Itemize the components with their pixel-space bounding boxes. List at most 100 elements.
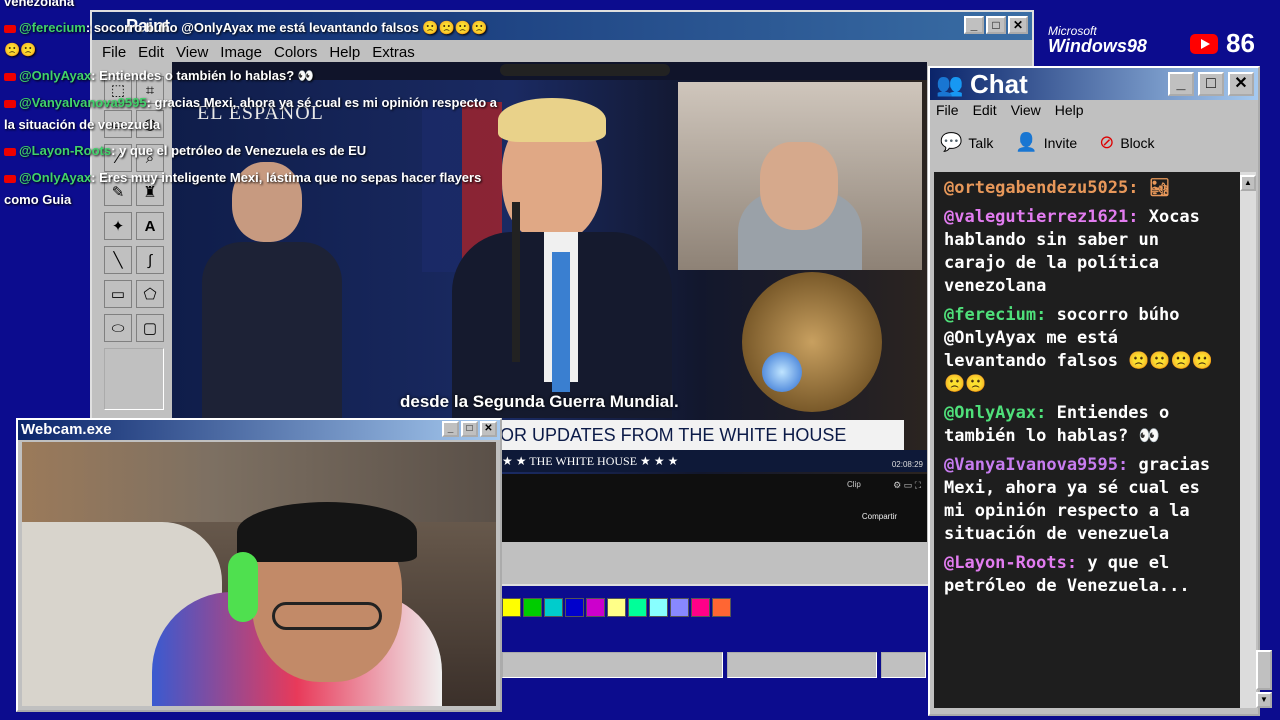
block-icon: ⊘ — [1099, 132, 1115, 152]
youtube-icon — [1190, 33, 1218, 54]
menu-edit[interactable]: Edit — [973, 102, 997, 118]
lower-third-banner: OR UPDATES FROM THE WHITE HOUSE — [492, 420, 904, 450]
menu-help[interactable]: Help — [1055, 102, 1084, 118]
chat-scrollbar[interactable]: ▲ ▼ — [1240, 172, 1272, 708]
minimize-button[interactable]: _ — [1168, 72, 1194, 96]
text-icon[interactable]: A — [136, 212, 164, 240]
scroll-down-icon[interactable]: ▼ — [1256, 692, 1272, 708]
youtube-icon — [4, 174, 16, 183]
tie — [552, 252, 570, 392]
menu-edit[interactable]: Edit — [134, 44, 168, 61]
menu-file[interactable]: File — [936, 102, 959, 118]
curve-icon[interactable]: ∫ — [136, 246, 164, 274]
menu-help[interactable]: Help — [325, 44, 364, 61]
people-icon: 👥 — [936, 72, 964, 97]
room-background — [22, 442, 496, 522]
close-button[interactable]: ✕ — [1008, 16, 1028, 34]
microphone — [512, 202, 520, 362]
webcam-title-bar[interactable]: Webcam.exe _ □ ✕ — [18, 420, 500, 440]
chat-menu-bar: File Edit View Help — [936, 102, 1084, 118]
color-swatch[interactable] — [670, 598, 689, 617]
invite-button[interactable]: 👤 Invite — [1015, 132, 1077, 153]
color-palette — [502, 598, 731, 617]
rounded-rect-icon[interactable]: ▢ — [136, 314, 164, 342]
close-button[interactable]: ✕ — [480, 421, 497, 437]
paint-status-bar — [502, 652, 926, 678]
maximize-button[interactable]: □ — [986, 16, 1006, 34]
chat-toolbar: 💬 Talk 👤 Invite ⊘ Block — [940, 132, 1155, 153]
minimize-button[interactable]: _ — [964, 16, 984, 34]
talk-icon: 💬 — [940, 132, 963, 152]
line-icon[interactable]: ╲ — [104, 246, 132, 274]
settings-icon[interactable]: ⚙ ▭ ⛶ — [893, 480, 921, 491]
video-timecode: 02:08:29 — [891, 460, 923, 469]
invite-icon: 👤 — [1015, 132, 1038, 152]
windows98-logo: Microsoft Windows98 — [1048, 24, 1147, 55]
overlay-line-cont: la situación de venezuela — [4, 117, 161, 132]
webcam-window: Webcam.exe _ □ ✕ — [16, 418, 502, 712]
chat-title-bar[interactable]: 👥 Chat _ □ ✕ — [930, 68, 1258, 100]
chat-message-area[interactable]: @ortegabendezu5025: 🏜 @valegutierrez1621… — [934, 172, 1240, 708]
chat-message: @VanyaIvanova9595: gracias Mexi, ahora y… — [944, 454, 1226, 546]
chat-title: Chat — [970, 69, 1028, 99]
video-search-bar[interactable] — [500, 64, 670, 76]
menu-file[interactable]: File — [98, 44, 130, 61]
overlay-fragment: venezolana — [4, 0, 75, 9]
color-swatch[interactable] — [628, 598, 647, 617]
chat-username[interactable]: @OnlyAyax: — [944, 403, 1046, 423]
status-cell — [726, 652, 877, 678]
menu-view[interactable]: View — [172, 44, 212, 61]
color-swatch[interactable] — [691, 598, 710, 617]
color-swatch[interactable] — [649, 598, 668, 617]
chat-message: @valegutierrez1621: Xocas hablando sin s… — [944, 206, 1226, 298]
close-button[interactable]: ✕ — [1228, 72, 1254, 96]
chat-message: @ferecium: socorro búho @OnlyAyax me est… — [944, 304, 1226, 396]
viewer-number: 86 — [1226, 28, 1255, 58]
overlay-line: @ferecium: socorro búho @OnlyAyax me est… — [4, 20, 487, 36]
status-cell — [502, 652, 723, 678]
share-button[interactable]: Compartir — [862, 512, 897, 521]
chat-message: @OnlyAyax: Entiendes o también lo hablas… — [944, 402, 1226, 448]
color-swatch[interactable] — [607, 598, 626, 617]
color-swatch[interactable] — [565, 598, 584, 617]
overlay-line: @OnlyAyax: Eres muy inteligente Mexi, lá… — [4, 170, 481, 185]
color-swatch[interactable] — [544, 598, 563, 617]
minimize-button[interactable]: _ — [442, 421, 459, 437]
clip-button[interactable]: Clip — [847, 480, 861, 489]
youtube-icon — [4, 72, 16, 81]
block-button[interactable]: ⊘ Block — [1099, 132, 1154, 153]
menu-image[interactable]: Image — [216, 44, 266, 61]
overlay-line: @Layon-Roots: y que el petróleo de Venez… — [4, 143, 366, 158]
video-controls: Clip ⚙ ▭ ⛶ Compartir — [492, 474, 927, 542]
glow-orb — [762, 352, 802, 392]
chat-username[interactable]: @Layon-Roots: — [944, 553, 1077, 573]
status-cell — [880, 652, 926, 678]
overlay-line-cont: 🙁🙁 — [4, 42, 37, 57]
ellipse-icon[interactable]: ⬭ — [104, 314, 132, 342]
airbrush-icon[interactable]: ✦ — [104, 212, 132, 240]
rectangle-icon[interactable]: ▭ — [104, 280, 132, 308]
color-swatch[interactable] — [712, 598, 731, 617]
color-swatch[interactable] — [586, 598, 605, 617]
scroll-up-icon[interactable]: ▲ — [1240, 175, 1256, 191]
talk-button[interactable]: 💬 Talk — [940, 132, 993, 153]
polygon-icon[interactable]: ⬠ — [136, 280, 164, 308]
maximize-button[interactable]: □ — [1198, 72, 1224, 96]
youtube-icon — [4, 99, 16, 108]
menu-extras[interactable]: Extras — [368, 44, 419, 61]
maximize-button[interactable]: □ — [461, 421, 478, 437]
scroll-thumb[interactable] — [1256, 650, 1272, 690]
viewer-count: 86 — [1190, 28, 1255, 59]
chat-username[interactable]: @ferecium: — [944, 305, 1046, 325]
webcam-feed — [22, 442, 496, 706]
chat-username[interactable]: @valegutierrez1621: — [944, 207, 1138, 227]
color-swatch[interactable] — [523, 598, 542, 617]
tool-options[interactable] — [104, 348, 164, 410]
youtube-icon — [4, 24, 16, 33]
person-left-body — [202, 242, 342, 418]
menu-view[interactable]: View — [1011, 102, 1041, 118]
glasses — [272, 602, 382, 630]
color-swatch[interactable] — [502, 598, 521, 617]
chat-username[interactable]: @VanyaIvanova9595: — [944, 455, 1128, 475]
menu-colors[interactable]: Colors — [270, 44, 321, 61]
